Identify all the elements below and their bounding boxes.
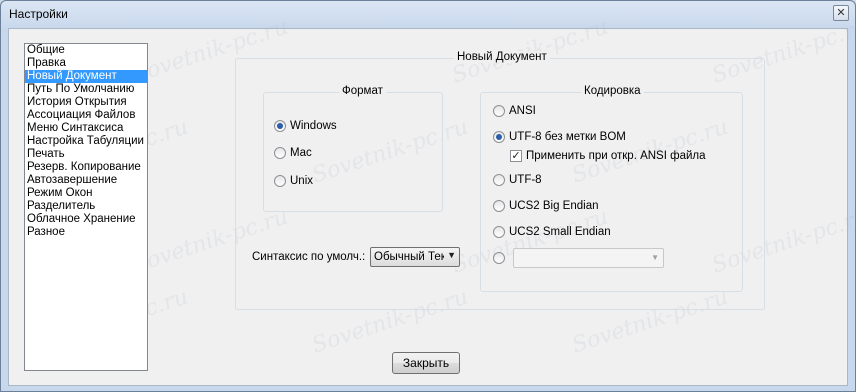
radio-unchecked-icon bbox=[274, 147, 286, 159]
radio-unchecked-icon bbox=[493, 252, 505, 264]
nav-item[interactable]: Настройка Табуляции bbox=[25, 135, 147, 148]
new-document-group: Новый Документ Формат Windows Mac Unix С… bbox=[235, 51, 765, 310]
radio-checked-icon bbox=[274, 120, 286, 132]
chevron-down-icon: ▼ bbox=[447, 250, 456, 260]
encoding-group-title: Кодировка bbox=[581, 85, 644, 97]
nav-item[interactable]: Ассоциация Файлов bbox=[25, 109, 147, 122]
default-syntax-select[interactable]: Обычный Тек ▼ bbox=[370, 247, 460, 267]
nav-item[interactable]: Правка bbox=[25, 57, 147, 70]
chevron-down-icon: ▼ bbox=[651, 253, 659, 262]
default-syntax-label: Синтаксис по умолч.: bbox=[252, 251, 366, 263]
radio-unchecked-icon bbox=[493, 174, 505, 186]
custom-encoding-select[interactable]: ▼ bbox=[513, 248, 664, 268]
radio-label: UTF-8 без метки BOM bbox=[509, 131, 626, 143]
encoding-group: Кодировка ANSI UTF-8 без метки BOM ✓ При… bbox=[480, 85, 743, 292]
nav-item[interactable]: Автозавершение bbox=[25, 174, 147, 187]
checkbox-label: Применить при откр. ANSI файла bbox=[526, 150, 706, 162]
encoding-utf8-nobom-radio[interactable]: UTF-8 без метки BOM bbox=[493, 129, 626, 145]
nav-item[interactable]: Режим Окон bbox=[25, 187, 147, 200]
encoding-custom-radio[interactable] bbox=[493, 250, 509, 266]
checkmark-icon: ✓ bbox=[510, 150, 522, 162]
encoding-ansi-radio[interactable]: ANSI bbox=[493, 103, 536, 119]
encoding-ucs2-small-endian-radio[interactable]: UCS2 Small Endian bbox=[493, 224, 611, 240]
encoding-utf8-radio[interactable]: UTF-8 bbox=[493, 172, 542, 188]
nav-item[interactable]: Общие bbox=[25, 44, 147, 57]
radio-label: Windows bbox=[290, 120, 337, 132]
window-title: Настройки bbox=[9, 7, 68, 21]
settings-category-list[interactable]: Общие Правка Новый Документ Путь По Умолчан… bbox=[24, 43, 148, 371]
format-group: Формат Windows Mac Unix bbox=[263, 85, 443, 212]
radio-label: ANSI bbox=[509, 105, 536, 117]
nav-item[interactable]: Новый Документ bbox=[25, 70, 147, 83]
nav-item[interactable]: Облачное Хранение bbox=[25, 213, 147, 226]
format-windows-radio[interactable]: Windows bbox=[274, 118, 337, 134]
format-mac-radio[interactable]: Mac bbox=[274, 145, 312, 161]
encoding-ucs2-big-endian-radio[interactable]: UCS2 Big Endian bbox=[493, 198, 599, 214]
radio-label: UCS2 Small Endian bbox=[509, 226, 611, 238]
default-syntax-value: Обычный Тек bbox=[374, 251, 444, 263]
new-document-group-title: Новый Документ bbox=[454, 51, 550, 63]
radio-unchecked-icon bbox=[493, 105, 505, 117]
close-button[interactable]: Закрыть bbox=[392, 352, 460, 374]
nav-item[interactable]: История Открытия bbox=[25, 96, 147, 109]
close-window-button[interactable]: ✕ bbox=[833, 5, 849, 21]
nav-item[interactable]: Меню Синтаксиса bbox=[25, 122, 147, 135]
dialog-client-area: Sovetnik-pc.ru Sovetnik-pc.ru Sovetnik-pc.… bbox=[8, 15, 856, 386]
format-unix-radio[interactable]: Unix bbox=[274, 173, 313, 189]
nav-item[interactable]: Разное bbox=[25, 226, 147, 239]
settings-window: Настройки ✕ Sovetnik-pc.ru Sovetnik-pc.ru… bbox=[0, 0, 856, 392]
title-bar: Настройки ✕ bbox=[1, 1, 855, 27]
radio-label: UTF-8 bbox=[509, 174, 542, 186]
radio-unchecked-icon bbox=[493, 200, 505, 212]
radio-label: Unix bbox=[290, 175, 314, 187]
format-group-title: Формат bbox=[339, 85, 386, 97]
radio-label: Mac bbox=[290, 147, 312, 159]
radio-label: UCS2 Big Endian bbox=[509, 200, 599, 212]
radio-unchecked-icon bbox=[274, 175, 286, 187]
radio-checked-icon bbox=[493, 131, 505, 143]
nav-item[interactable]: Печать bbox=[25, 148, 147, 161]
nav-item[interactable]: Резерв. Копирование bbox=[25, 161, 147, 174]
apply-on-ansi-checkbox[interactable]: ✓ Применить при откр. ANSI файла bbox=[510, 148, 706, 164]
nav-item[interactable]: Путь По Умолчанию bbox=[25, 83, 147, 96]
radio-unchecked-icon bbox=[493, 226, 505, 238]
nav-item[interactable]: Разделитель bbox=[25, 200, 147, 213]
